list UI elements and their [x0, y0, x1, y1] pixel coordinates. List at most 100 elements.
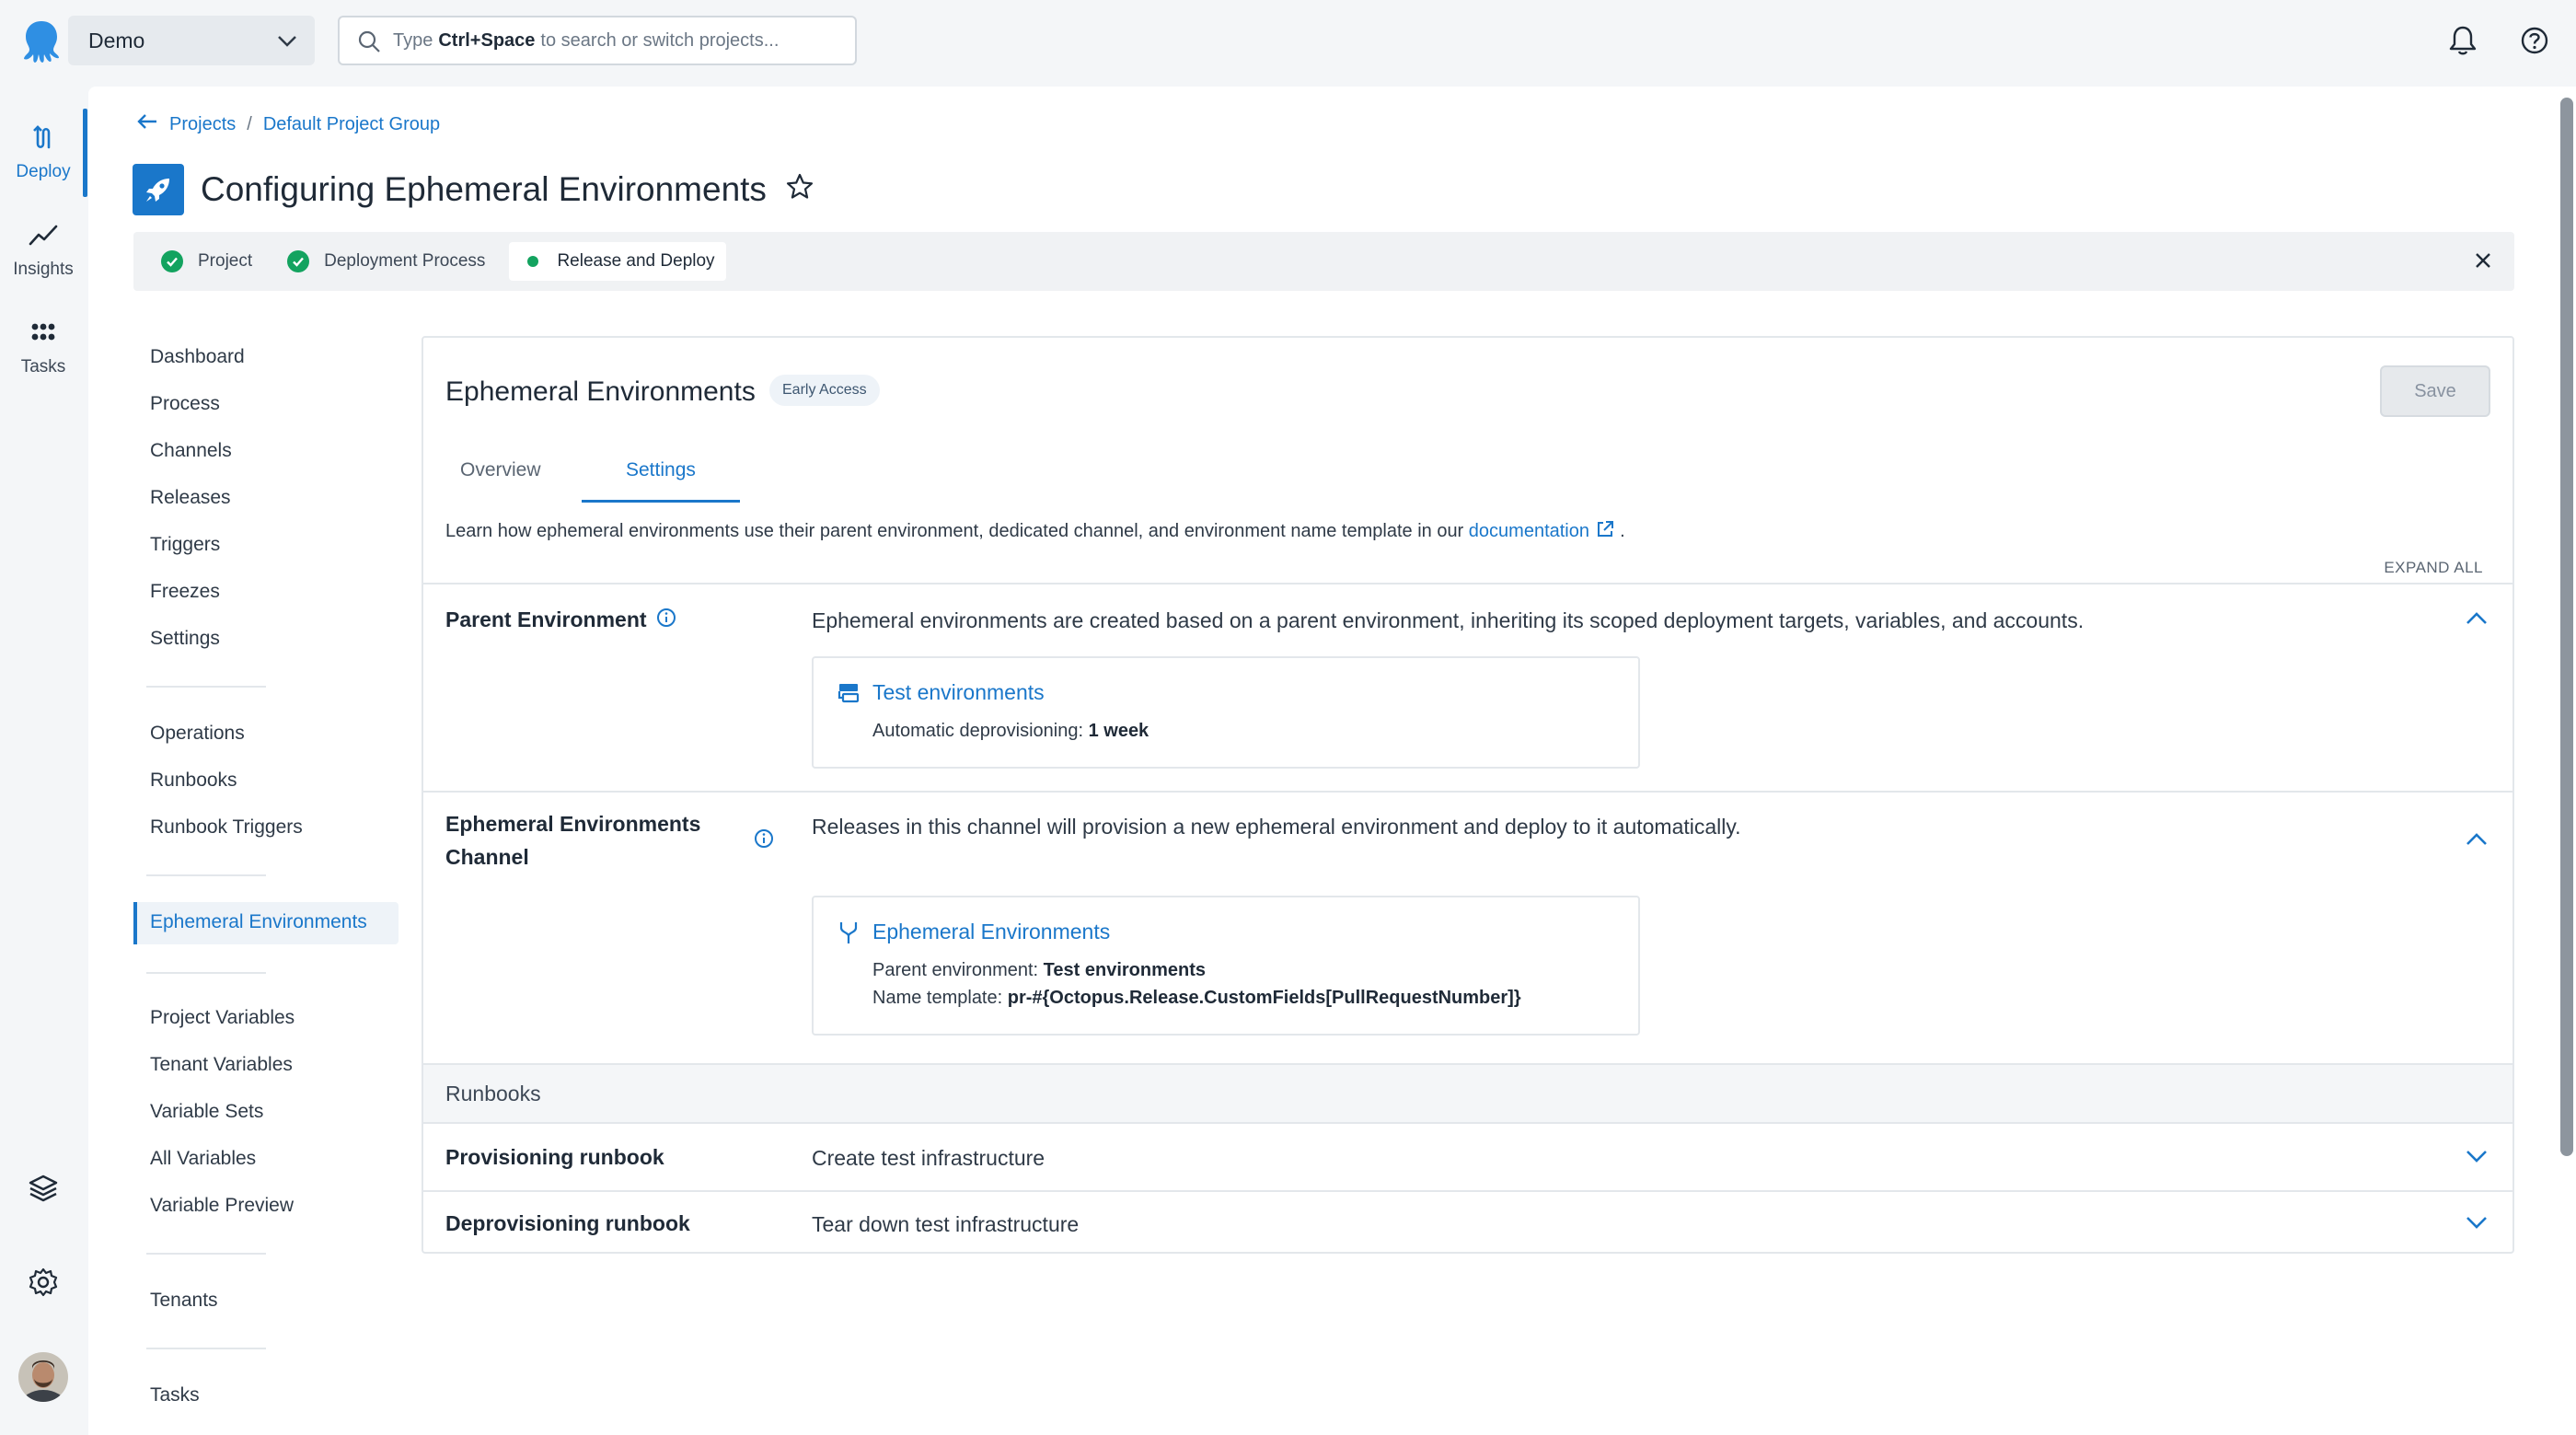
rail-deploy[interactable]: Deploy	[0, 123, 87, 182]
channel-label: Ephemeral Environments Channel	[445, 807, 700, 874]
parent-environment-label: Parent Environment	[445, 608, 647, 631]
close-icon[interactable]	[2472, 249, 2494, 277]
search-input[interactable]: Type Ctrl+Space to search or switch proj…	[338, 16, 857, 65]
save-button[interactable]: Save	[2380, 365, 2490, 417]
parent-environment-section[interactable]: Parent Environment Ephemeral environment…	[423, 583, 2512, 791]
info-icon[interactable]	[753, 827, 775, 855]
channel-name-template: Name template: pr-#{Octopus.Release.Cust…	[872, 988, 1521, 1009]
step-project[interactable]: Project	[161, 250, 252, 272]
nav-runbook-triggers[interactable]: Runbook Triggers	[150, 816, 303, 839]
nav-tenants[interactable]: Tenants	[150, 1290, 218, 1312]
chevron-up-icon[interactable]	[2463, 605, 2490, 638]
channel-parent-label: Parent environment:	[872, 960, 1039, 980]
documentation-link[interactable]: documentation	[1469, 521, 1620, 541]
top-bar: Demo Type Ctrl+Space to search or switch…	[0, 0, 2576, 83]
ephemeral-channel-section[interactable]: Ephemeral Environments Channel Releases …	[423, 791, 2512, 1063]
channel-template-value: pr-#{Octopus.Release.CustomFields[PullRe…	[1007, 988, 1521, 1008]
step-deployment-process[interactable]: Deployment Process	[287, 250, 485, 272]
deploy-icon	[29, 123, 57, 156]
search-placeholder-prefix: Type	[393, 29, 433, 51]
onboarding-stepper: Project Deployment Process Release and D…	[133, 232, 2514, 291]
nav-tenant-variables[interactable]: Tenant Variables	[150, 1054, 293, 1076]
runbooks-header-label: Runbooks	[445, 1081, 541, 1105]
bell-icon[interactable]	[2444, 22, 2481, 59]
step-release-and-deploy[interactable]: Release and Deploy	[509, 242, 726, 281]
tab-overview[interactable]: Overview	[460, 459, 541, 481]
scrollbar-thumb[interactable]	[2560, 98, 2573, 1156]
nav-releases[interactable]: Releases	[150, 487, 231, 509]
info-icon[interactable]	[655, 607, 677, 634]
gear-icon	[28, 1267, 59, 1303]
nav-process[interactable]: Process	[150, 393, 220, 415]
learn-end: .	[1620, 521, 1625, 541]
grid-dots-icon	[29, 318, 57, 352]
chevron-down-icon[interactable]	[2463, 1209, 2490, 1242]
provisioning-runbook-row[interactable]: Provisioning runbook Create test infrast…	[423, 1122, 2512, 1190]
step-label: Deployment Process	[324, 251, 486, 271]
star-icon[interactable]	[785, 172, 814, 207]
trend-line-icon	[28, 221, 59, 254]
channel-branch-icon	[837, 920, 860, 951]
nav-freezes[interactable]: Freezes	[150, 581, 220, 603]
nav-dashboard[interactable]: Dashboard	[150, 346, 245, 368]
page-title: Configuring Ephemeral Environments	[201, 170, 767, 208]
rail-tasks-label: Tasks	[20, 357, 66, 376]
nav-triggers[interactable]: Triggers	[150, 534, 220, 556]
search-placeholder-suffix: to search or switch projects...	[540, 29, 780, 51]
channel-label-line2: Channel	[445, 845, 529, 869]
space-selector[interactable]: Demo	[68, 16, 315, 65]
breadcrumb-separator: /	[247, 113, 252, 134]
rail-insights[interactable]: Insights	[0, 221, 87, 280]
nav-tasks[interactable]: Tasks	[150, 1384, 200, 1406]
parent-environment-description: Ephemeral environments are created based…	[812, 608, 2085, 632]
nav-project-variables[interactable]: Project Variables	[150, 1007, 295, 1029]
deprovisioning-info: Automatic deprovisioning: 1 week	[872, 721, 1149, 742]
active-tab-underline	[582, 500, 740, 503]
channel-parent-env: Parent environment: Test environments	[872, 960, 1206, 981]
channel-card[interactable]: Ephemeral Environments Parent environmen…	[812, 896, 1640, 1036]
panel-title: Ephemeral Environments	[445, 376, 756, 407]
nav-divider	[146, 686, 266, 688]
nav-channels[interactable]: Channels	[150, 440, 232, 462]
nav-ephemeral-environments[interactable]: Ephemeral Environments	[150, 911, 367, 933]
chevron-up-icon[interactable]	[2463, 826, 2490, 859]
channel-label-line1: Ephemeral Environments	[445, 812, 701, 836]
nav-divider	[146, 1348, 266, 1349]
nav-operations[interactable]: Operations	[150, 723, 245, 745]
breadcrumb: Projects / Default Project Group	[136, 112, 440, 136]
nav-divider	[146, 874, 266, 876]
channel-link[interactable]: Ephemeral Environments	[872, 920, 1110, 944]
nav-variable-sets[interactable]: Variable Sets	[150, 1101, 263, 1123]
deprovisioning-runbook-row[interactable]: Deprovisioning runbook Tear down test in…	[423, 1190, 2512, 1253]
nav-variable-preview[interactable]: Variable Preview	[150, 1195, 294, 1217]
step-label: Release and Deploy	[557, 251, 715, 271]
deprovisioning-label: Automatic deprovisioning:	[872, 721, 1084, 741]
octopus-logo[interactable]	[17, 17, 66, 66]
tab-settings[interactable]: Settings	[626, 459, 696, 481]
avatar[interactable]	[0, 1351, 87, 1403]
parent-environment-card[interactable]: Test environments Automatic deprovisioni…	[812, 656, 1640, 769]
learn-text: Learn how ephemeral environments use the…	[445, 519, 1625, 542]
parent-environment-link[interactable]: Test environments	[872, 680, 1045, 705]
provisioning-runbook-value: Create test infrastructure	[812, 1146, 1045, 1170]
breadcrumb-projects[interactable]: Projects	[169, 114, 236, 135]
nav-settings[interactable]: Settings	[150, 628, 220, 650]
expand-all-button[interactable]: EXPAND ALL	[2384, 559, 2483, 577]
nav-runbooks[interactable]: Runbooks	[150, 770, 237, 792]
ephemeral-environments-panel: Ephemeral Environments Early Access Save…	[422, 336, 2514, 1254]
breadcrumb-project-group[interactable]: Default Project Group	[263, 114, 440, 135]
rail-settings[interactable]	[0, 1267, 87, 1303]
rail-tasks[interactable]: Tasks	[0, 318, 87, 377]
channel-template-label: Name template:	[872, 988, 1003, 1008]
channel-description: Releases in this channel will provision …	[812, 815, 1741, 839]
rail-layers[interactable]	[0, 1173, 87, 1209]
chevron-down-icon[interactable]	[2463, 1142, 2490, 1175]
arrow-left-icon[interactable]	[136, 112, 158, 136]
check-circle-icon	[287, 250, 310, 272]
help-icon[interactable]	[2516, 22, 2553, 59]
nav-divider	[146, 1253, 266, 1255]
chevron-down-icon	[274, 29, 300, 60]
runbooks-header: Runbooks	[423, 1063, 2512, 1122]
nav-all-variables[interactable]: All Variables	[150, 1148, 256, 1170]
layers-icon	[28, 1173, 59, 1209]
